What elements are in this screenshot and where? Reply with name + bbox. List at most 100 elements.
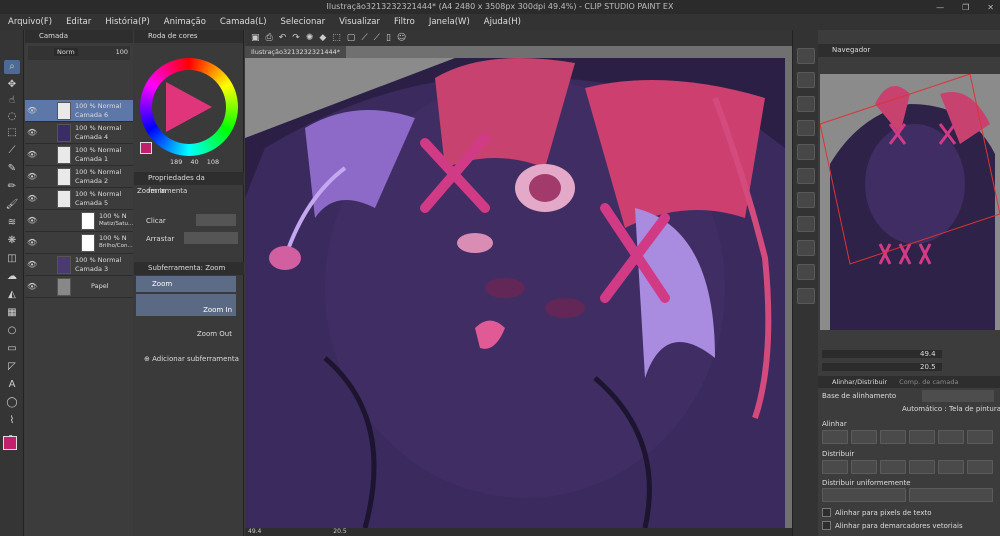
eraser-tool-icon[interactable]: ◫ bbox=[4, 252, 20, 266]
move-tool-icon[interactable]: ✥ bbox=[4, 78, 20, 92]
cmd-share-icon[interactable] bbox=[797, 288, 815, 304]
layer-row[interactable]: 👁 100 % Normal Camada 6 bbox=[25, 100, 133, 122]
layer-row[interactable]: 👁 100 % Normal Camada 4 bbox=[25, 122, 133, 144]
eye-icon[interactable]: 👁 bbox=[27, 106, 37, 115]
navigator-zoom-value[interactable]: 49.4 bbox=[920, 350, 936, 358]
align-bottom-button[interactable] bbox=[967, 430, 993, 444]
layer-row[interactable]: 👁 100 % N Brilho/Con... bbox=[25, 232, 133, 254]
device-icon[interactable]: ▯ bbox=[386, 33, 391, 43]
menu-help[interactable]: Ajuda(H) bbox=[484, 17, 521, 27]
cmd-search-icon[interactable] bbox=[797, 48, 815, 64]
distribute-even-h-button[interactable] bbox=[822, 488, 906, 502]
figure-tool-icon[interactable]: ○ bbox=[4, 324, 20, 338]
ruler-tool-icon[interactable]: ◸ bbox=[4, 360, 20, 374]
menu-history[interactable]: História(P) bbox=[105, 17, 150, 27]
layer-row[interactable]: 👁 100 % N Matiz/Satu... bbox=[25, 210, 133, 232]
distribute-bottom-button[interactable] bbox=[967, 460, 993, 474]
support-icon[interactable]: ☺ bbox=[397, 33, 406, 43]
menu-edit[interactable]: Editar bbox=[66, 17, 91, 27]
eye-icon[interactable]: 👁 bbox=[27, 238, 37, 247]
menu-window[interactable]: Janela(W) bbox=[429, 17, 470, 27]
eye-icon[interactable]: 👁 bbox=[27, 150, 37, 159]
align-vector-paths-checkbox[interactable] bbox=[822, 521, 831, 530]
blue-value[interactable]: 108 bbox=[207, 158, 219, 166]
minimize-button[interactable]: — bbox=[936, 3, 944, 12]
align-text-pixels-checkbox[interactable] bbox=[822, 508, 831, 517]
cmd-undo-icon[interactable] bbox=[797, 192, 815, 208]
distribute-left-button[interactable] bbox=[822, 460, 848, 474]
blend-mode-select[interactable]: Norm bbox=[54, 48, 78, 56]
cmd-redo-icon[interactable] bbox=[797, 216, 815, 232]
subtool-item-zoom-in[interactable]: Zoom In bbox=[136, 294, 236, 316]
menu-layer[interactable]: Camada(L) bbox=[220, 17, 267, 27]
align-center-v-button[interactable] bbox=[938, 430, 964, 444]
cmd-open-icon[interactable] bbox=[797, 96, 815, 112]
eye-icon[interactable]: 👁 bbox=[27, 216, 37, 225]
subtool-item-zoom[interactable]: Zoom bbox=[136, 276, 236, 292]
main-color-swatch[interactable] bbox=[3, 436, 17, 450]
line-correction-tool-icon[interactable]: ⌇ bbox=[4, 414, 20, 428]
close-button[interactable]: ✕ bbox=[987, 3, 994, 12]
distribute-right-button[interactable] bbox=[880, 460, 906, 474]
hand-tool-icon[interactable]: ☝ bbox=[4, 94, 20, 108]
cmd-new-icon[interactable] bbox=[797, 72, 815, 88]
snap-icon[interactable]: ⟋ bbox=[374, 33, 380, 43]
distribute-center-v-button[interactable] bbox=[938, 460, 964, 474]
add-subtool-button[interactable]: ⊕ Adicionar subferramenta bbox=[144, 355, 239, 363]
navigator-preview[interactable] bbox=[820, 74, 1000, 330]
redo-icon[interactable]: ↷ bbox=[292, 33, 300, 43]
tab-layer-comp[interactable]: Comp. de camada bbox=[899, 378, 958, 386]
fill-icon[interactable]: ◆ bbox=[319, 33, 326, 43]
opacity-value[interactable]: 100 bbox=[116, 48, 128, 56]
document-tab[interactable]: Ilustração3213232321444* bbox=[245, 46, 346, 58]
pencil-tool-icon[interactable]: ✏ bbox=[4, 180, 20, 194]
color-wheel[interactable] bbox=[140, 58, 238, 156]
pen-tool-icon[interactable]: ✎ bbox=[4, 162, 20, 176]
cmd-settings-icon[interactable] bbox=[797, 264, 815, 280]
fill-tool-icon[interactable]: ◭ bbox=[4, 288, 20, 302]
cmd-close-icon[interactable] bbox=[797, 120, 815, 136]
gradient-tool-icon[interactable]: ▦ bbox=[4, 306, 20, 320]
decoration-tool-icon[interactable]: ❋ bbox=[4, 234, 20, 248]
new-icon[interactable]: ▣ bbox=[251, 33, 260, 43]
maximize-button[interactable]: ❐ bbox=[962, 3, 969, 12]
eye-icon[interactable]: 👁 bbox=[27, 128, 37, 137]
layer-row[interactable]: 👁 100 % Normal Camada 1 bbox=[25, 144, 133, 166]
select-tool-icon[interactable]: ⬚ bbox=[4, 126, 20, 140]
align-base-select[interactable] bbox=[922, 390, 994, 402]
eye-icon[interactable]: 👁 bbox=[27, 260, 37, 269]
menu-animation[interactable]: Animação bbox=[164, 17, 206, 27]
layer-row[interactable]: 👁 100 % Normal Camada 2 bbox=[25, 166, 133, 188]
align-top-button[interactable] bbox=[909, 430, 935, 444]
current-color-swatch[interactable] bbox=[140, 142, 152, 154]
eye-icon[interactable]: 👁 bbox=[27, 282, 37, 291]
menu-view[interactable]: Visualizar bbox=[339, 17, 380, 27]
canvas-angle-value[interactable]: 20.5 bbox=[333, 528, 346, 535]
subtool-item-zoom-out[interactable]: Zoom Out bbox=[136, 318, 236, 340]
navigator-angle-value[interactable]: 20.5 bbox=[920, 363, 936, 371]
airbrush-tool-icon[interactable]: ≋ bbox=[4, 216, 20, 230]
lasso-tool-icon[interactable]: ◌ bbox=[4, 110, 20, 124]
zoom-tool-icon[interactable]: ⌕ bbox=[4, 60, 20, 74]
red-value[interactable]: 189 bbox=[170, 158, 182, 166]
save-icon[interactable]: ⎙ bbox=[266, 33, 273, 43]
stabilizer-icon[interactable]: ⟋ bbox=[361, 33, 367, 43]
green-value[interactable]: 40 bbox=[190, 158, 198, 166]
clear-icon[interactable]: ✺ bbox=[306, 33, 314, 43]
eyedropper-tool-icon[interactable]: ⟋ bbox=[4, 144, 20, 158]
layer-row[interactable]: 👁 Papel bbox=[25, 276, 133, 298]
distribute-even-v-button[interactable] bbox=[909, 488, 993, 502]
blend-tool-icon[interactable]: ☁ bbox=[4, 270, 20, 284]
artwork-canvas[interactable] bbox=[245, 58, 785, 528]
menu-filter[interactable]: Filtro bbox=[394, 17, 415, 27]
transform-icon[interactable]: ⬚ bbox=[332, 33, 341, 43]
menu-file[interactable]: Arquivo(F) bbox=[8, 17, 52, 27]
cmd-layer-icon[interactable] bbox=[797, 240, 815, 256]
layer-row[interactable]: 👁 100 % Normal Camada 5 bbox=[25, 188, 133, 210]
undo-icon[interactable]: ↶ bbox=[279, 33, 287, 43]
cmd-save-icon[interactable] bbox=[797, 144, 815, 160]
distribute-top-button[interactable] bbox=[909, 460, 935, 474]
balloon-tool-icon[interactable]: ◯ bbox=[4, 396, 20, 410]
brush-tool-icon[interactable]: 🖌 bbox=[4, 198, 20, 212]
frame-tool-icon[interactable]: ▭ bbox=[4, 342, 20, 356]
